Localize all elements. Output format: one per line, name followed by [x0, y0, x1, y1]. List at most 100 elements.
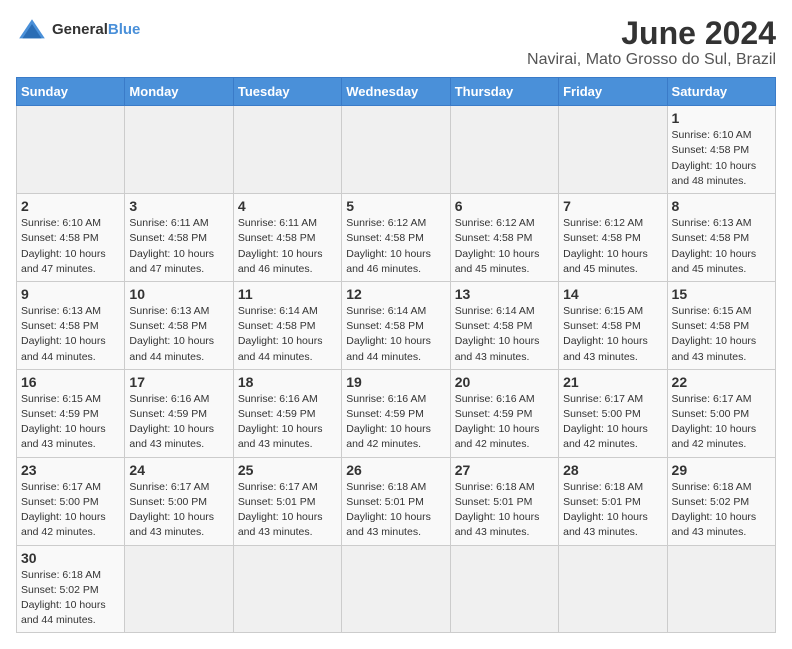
calendar-week-4: 16Sunrise: 6:15 AMSunset: 4:59 PMDayligh…: [17, 369, 776, 457]
calendar-cell: 4 Sunrise: 6:11 AMSunset: 4:58 PMDaylight…: [233, 194, 341, 282]
calendar-cell: 3 Sunrise: 6:11 AMSunset: 4:58 PMDaylight…: [125, 194, 233, 282]
day-info: Sunrise: 6:16 AMSunset: 4:59 PMDaylight:…: [238, 392, 337, 453]
calendar-cell: 24 Sunrise: 6:17 AMSunset: 5:00 PMDayligh…: [125, 457, 233, 545]
calendar-cell: 21 Sunrise: 6:17 AMSunset: 5:00 PMDayligh…: [559, 369, 667, 457]
day-info: Sunrise: 6:15 AMSunset: 4:58 PMDaylight:…: [672, 304, 771, 365]
title-area: June 2024 Navirai, Mato Grosso do Sul, B…: [527, 16, 776, 69]
location-title: Navirai, Mato Grosso do Sul, Brazil: [527, 51, 776, 69]
day-info: Sunrise: 6:17 AMSunset: 5:00 PMDaylight:…: [563, 392, 662, 453]
day-info: Sunrise: 6:10 AMSunset: 4:58 PMDaylight:…: [21, 216, 120, 277]
day-number: 23: [21, 462, 120, 478]
calendar-cell: [342, 106, 450, 194]
month-title: June 2024: [527, 16, 776, 51]
day-number: 9: [21, 286, 120, 302]
day-info: Sunrise: 6:11 AMSunset: 4:58 PMDaylight:…: [238, 216, 337, 277]
day-number: 25: [238, 462, 337, 478]
calendar-week-3: 9 Sunrise: 6:13 AMSunset: 4:58 PMDaylight…: [17, 281, 776, 369]
calendar-cell: [667, 545, 775, 633]
weekday-header-thursday: Thursday: [450, 78, 558, 106]
calendar-cell: [450, 106, 558, 194]
day-info: Sunrise: 6:14 AMSunset: 4:58 PMDaylight:…: [238, 304, 337, 365]
calendar-cell: 6Sunrise: 6:12 AMSunset: 4:58 PMDaylight…: [450, 194, 558, 282]
calendar-cell: [233, 545, 341, 633]
generalblue-icon: [16, 16, 48, 44]
calendar-week-1: 1 Sunrise: 6:10 AMSunset: 4:58 PMDaylight…: [17, 106, 776, 194]
calendar-cell: 16Sunrise: 6:15 AMSunset: 4:59 PMDayligh…: [17, 369, 125, 457]
calendar-cell: 19 Sunrise: 6:16 AMSunset: 4:59 PMDayligh…: [342, 369, 450, 457]
day-info: Sunrise: 6:15 AMSunset: 4:59 PMDaylight:…: [21, 392, 120, 453]
header: GeneralBlue June 2024 Navirai, Mato Gros…: [16, 16, 776, 69]
day-number: 4: [238, 198, 337, 214]
day-info: Sunrise: 6:14 AMSunset: 4:58 PMDaylight:…: [346, 304, 445, 365]
day-info: Sunrise: 6:18 AMSunset: 5:02 PMDaylight:…: [21, 568, 120, 629]
calendar-week-5: 23 Sunrise: 6:17 AMSunset: 5:00 PMDayligh…: [17, 457, 776, 545]
weekday-header-sunday: Sunday: [17, 78, 125, 106]
day-info: Sunrise: 6:14 AMSunset: 4:58 PMDaylight:…: [455, 304, 554, 365]
day-info: Sunrise: 6:13 AMSunset: 4:58 PMDaylight:…: [672, 216, 771, 277]
day-number: 21: [563, 374, 662, 390]
day-info: Sunrise: 6:16 AMSunset: 4:59 PMDaylight:…: [346, 392, 445, 453]
calendar-cell: [342, 545, 450, 633]
day-number: 1: [672, 110, 771, 126]
day-info: Sunrise: 6:18 AMSunset: 5:01 PMDaylight:…: [455, 480, 554, 541]
day-number: 8: [672, 198, 771, 214]
calendar-cell: 26 Sunrise: 6:18 AMSunset: 5:01 PMDayligh…: [342, 457, 450, 545]
calendar-cell: 29Sunrise: 6:18 AMSunset: 5:02 PMDayligh…: [667, 457, 775, 545]
calendar-cell: [125, 545, 233, 633]
day-number: 15: [672, 286, 771, 302]
day-info: Sunrise: 6:17 AMSunset: 5:00 PMDaylight:…: [672, 392, 771, 453]
weekday-header-row: SundayMondayTuesdayWednesdayThursdayFrid…: [17, 78, 776, 106]
day-number: 24: [129, 462, 228, 478]
calendar-cell: [125, 106, 233, 194]
calendar-cell: [450, 545, 558, 633]
calendar-cell: [559, 106, 667, 194]
day-info: Sunrise: 6:12 AMSunset: 4:58 PMDaylight:…: [346, 216, 445, 277]
day-info: Sunrise: 6:10 AMSunset: 4:58 PMDaylight:…: [672, 128, 771, 189]
day-number: 5: [346, 198, 445, 214]
day-number: 26: [346, 462, 445, 478]
day-info: Sunrise: 6:11 AMSunset: 4:58 PMDaylight:…: [129, 216, 228, 277]
calendar-cell: 27Sunrise: 6:18 AMSunset: 5:01 PMDayligh…: [450, 457, 558, 545]
day-number: 7: [563, 198, 662, 214]
day-number: 22: [672, 374, 771, 390]
calendar-cell: 20Sunrise: 6:16 AMSunset: 4:59 PMDayligh…: [450, 369, 558, 457]
calendar-week-2: 2 Sunrise: 6:10 AMSunset: 4:58 PMDaylight…: [17, 194, 776, 282]
weekday-header-tuesday: Tuesday: [233, 78, 341, 106]
day-info: Sunrise: 6:12 AMSunset: 4:58 PMDaylight:…: [563, 216, 662, 277]
day-number: 11: [238, 286, 337, 302]
day-info: Sunrise: 6:13 AMSunset: 4:58 PMDaylight:…: [129, 304, 228, 365]
calendar-week-6: 30Sunrise: 6:18 AMSunset: 5:02 PMDayligh…: [17, 545, 776, 633]
logo-text: GeneralBlue: [52, 22, 140, 39]
calendar-cell: 14Sunrise: 6:15 AMSunset: 4:58 PMDayligh…: [559, 281, 667, 369]
calendar-cell: 10Sunrise: 6:13 AMSunset: 4:58 PMDayligh…: [125, 281, 233, 369]
calendar-cell: 7 Sunrise: 6:12 AMSunset: 4:58 PMDaylight…: [559, 194, 667, 282]
day-info: Sunrise: 6:16 AMSunset: 4:59 PMDaylight:…: [129, 392, 228, 453]
day-info: Sunrise: 6:18 AMSunset: 5:01 PMDaylight:…: [346, 480, 445, 541]
weekday-header-monday: Monday: [125, 78, 233, 106]
calendar-cell: 2 Sunrise: 6:10 AMSunset: 4:58 PMDaylight…: [17, 194, 125, 282]
calendar-cell: 17Sunrise: 6:16 AMSunset: 4:59 PMDayligh…: [125, 369, 233, 457]
calendar-cell: [559, 545, 667, 633]
calendar-cell: 8 Sunrise: 6:13 AMSunset: 4:58 PMDaylight…: [667, 194, 775, 282]
weekday-header-saturday: Saturday: [667, 78, 775, 106]
day-number: 2: [21, 198, 120, 214]
day-number: 19: [346, 374, 445, 390]
calendar-cell: 30Sunrise: 6:18 AMSunset: 5:02 PMDayligh…: [17, 545, 125, 633]
day-number: 12: [346, 286, 445, 302]
calendar-table: SundayMondayTuesdayWednesdayThursdayFrid…: [16, 77, 776, 633]
calendar-cell: 11 Sunrise: 6:14 AMSunset: 4:58 PMDayligh…: [233, 281, 341, 369]
day-number: 29: [672, 462, 771, 478]
calendar-cell: 1 Sunrise: 6:10 AMSunset: 4:58 PMDaylight…: [667, 106, 775, 194]
weekday-header-wednesday: Wednesday: [342, 78, 450, 106]
logo: GeneralBlue: [16, 16, 140, 44]
day-info: Sunrise: 6:17 AMSunset: 5:00 PMDaylight:…: [129, 480, 228, 541]
calendar-cell: [233, 106, 341, 194]
day-info: Sunrise: 6:17 AMSunset: 5:00 PMDaylight:…: [21, 480, 120, 541]
day-info: Sunrise: 6:12 AMSunset: 4:58 PMDaylight:…: [455, 216, 554, 277]
day-number: 3: [129, 198, 228, 214]
weekday-header-friday: Friday: [559, 78, 667, 106]
calendar-cell: 13Sunrise: 6:14 AMSunset: 4:58 PMDayligh…: [450, 281, 558, 369]
day-number: 18: [238, 374, 337, 390]
calendar-cell: [17, 106, 125, 194]
day-info: Sunrise: 6:13 AMSunset: 4:58 PMDaylight:…: [21, 304, 120, 365]
